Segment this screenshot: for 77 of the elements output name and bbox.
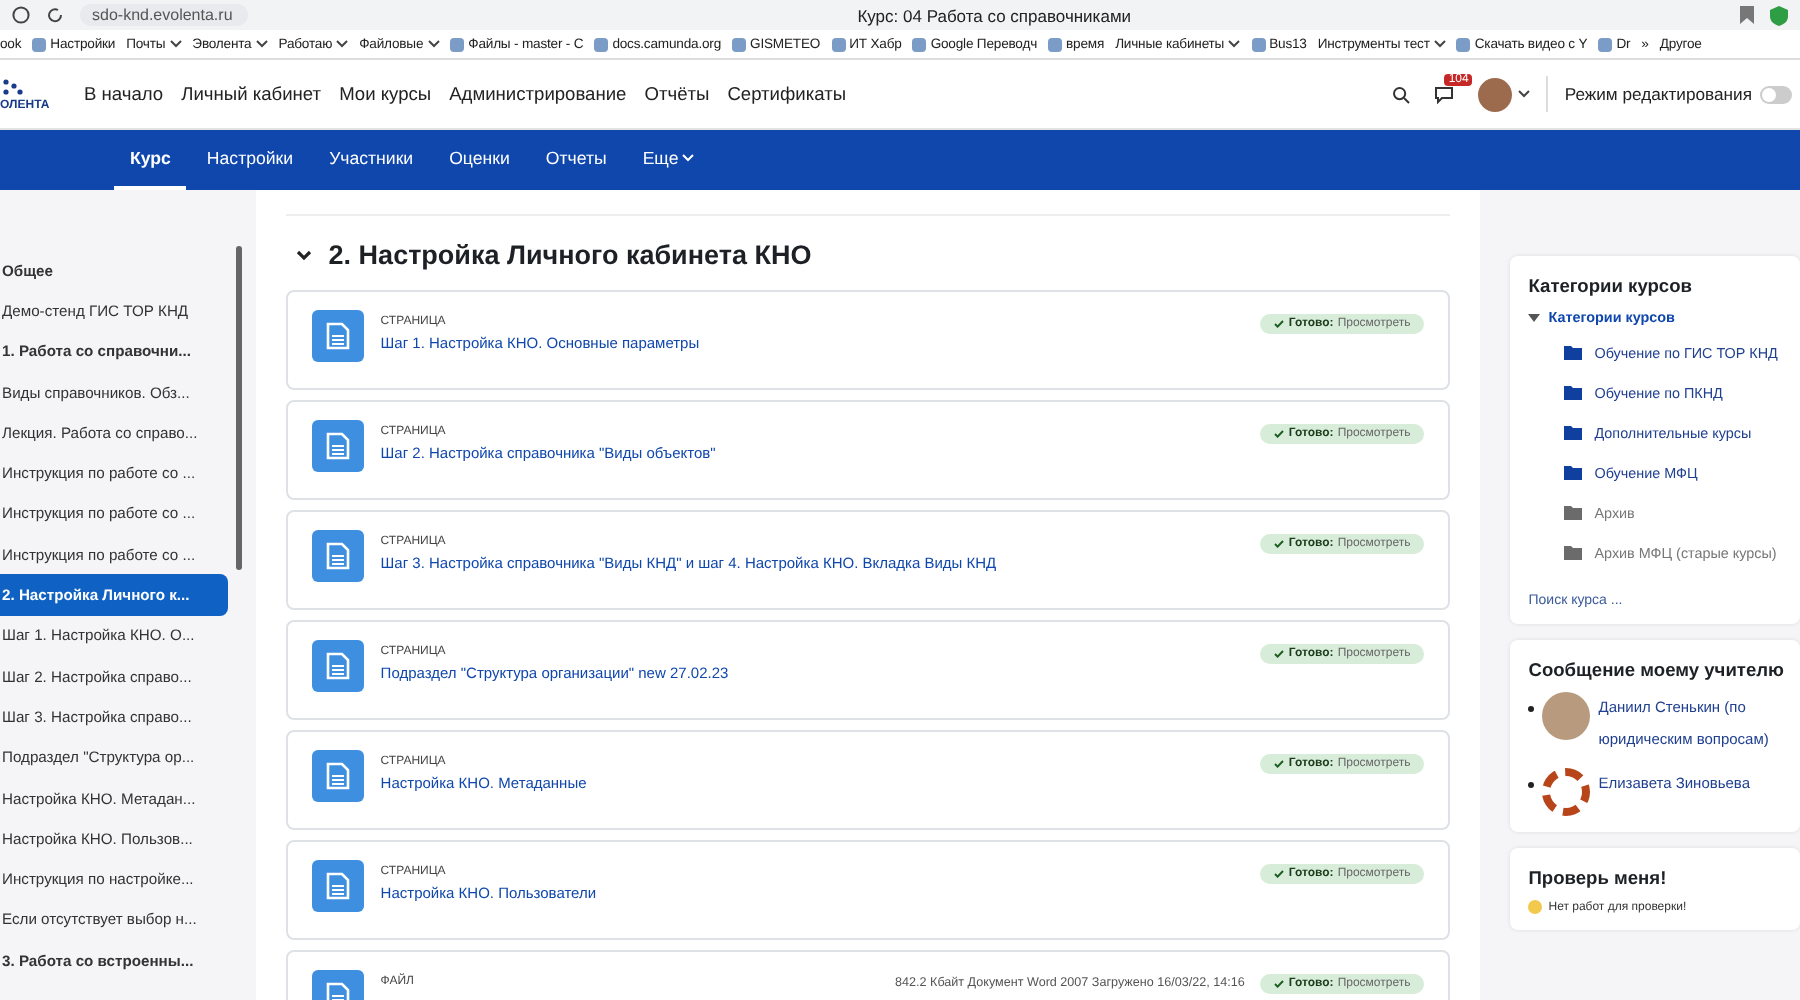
document-icon <box>326 432 351 460</box>
course-tab[interactable]: Отчеты <box>529 130 623 190</box>
caret-icon <box>1518 90 1531 98</box>
address-bar[interactable]: sdo-knd.evolenta.ru <box>80 4 249 26</box>
document-icon <box>326 542 351 570</box>
section-title: 2. Настройка Личного кабинета КНО <box>328 240 812 270</box>
bookmark-favicon-icon <box>1456 37 1471 51</box>
chat-icon[interactable] <box>1434 85 1455 103</box>
check-icon <box>1274 540 1285 548</box>
folder-icon <box>1564 465 1583 479</box>
block-title: Проверь меня! <box>1528 868 1669 888</box>
bookmark-favicon-icon <box>1251 37 1266 51</box>
default-avatar-icon <box>1542 768 1591 816</box>
document-icon <box>326 652 351 680</box>
avatar-photo-placeholder <box>1542 692 1591 740</box>
bullet-icon <box>1528 782 1535 788</box>
document-icon <box>326 322 351 350</box>
course-tab[interactable]: Еще <box>626 130 711 190</box>
check-icon <box>1274 760 1285 768</box>
nav-link[interactable]: Отчёты <box>644 84 710 104</box>
check-icon <box>1274 650 1285 658</box>
chevron-down-icon[interactable] <box>296 249 313 261</box>
bookmark-icon[interactable] <box>1740 6 1754 24</box>
bookmark-favicon-icon <box>831 37 846 51</box>
document-icon <box>326 762 351 790</box>
bookmark-favicon-icon <box>1598 37 1613 51</box>
user-avatar[interactable] <box>1478 77 1513 111</box>
nav-link[interactable]: Личный кабинет <box>181 84 322 104</box>
edit-mode-toggle[interactable] <box>1760 85 1792 103</box>
page-icon[interactable] <box>312 640 365 692</box>
edit-mode-label: Режим редактирования <box>1564 84 1752 104</box>
block-title: Категории курсов <box>1528 276 1694 296</box>
page-icon[interactable] <box>312 860 365 912</box>
shield-icon[interactable] <box>1770 5 1788 25</box>
course-tab[interactable]: Настройки <box>190 130 310 190</box>
caret-icon <box>336 40 349 48</box>
caret-icon <box>169 40 182 48</box>
nav-link[interactable]: В начало <box>84 84 164 104</box>
document-icon <box>326 872 351 900</box>
logo-icon <box>0 76 28 100</box>
check-icon <box>1274 430 1285 438</box>
course-tab[interactable]: Оценки <box>433 130 526 190</box>
bookmark-favicon-icon <box>450 37 465 51</box>
bookmark-favicon-icon <box>32 37 47 51</box>
page-title: Курс: 04 Работа со справочниками <box>855 5 1134 25</box>
page-icon[interactable] <box>312 310 365 362</box>
caret-icon <box>1228 40 1241 48</box>
check-icon <box>1274 320 1285 328</box>
nav-link[interactable]: Мои курсы <box>339 84 432 104</box>
nav-link[interactable]: Администрирование <box>449 84 627 104</box>
triangle-icon <box>1528 313 1541 321</box>
caret-icon <box>427 40 440 48</box>
bookmark-favicon-icon <box>912 37 927 51</box>
folder-icon <box>1564 425 1583 439</box>
check-icon <box>1274 980 1285 988</box>
folder-icon <box>1564 345 1583 359</box>
bookmark-favicon-icon <box>732 37 747 51</box>
bookmark-favicon-icon <box>1048 37 1063 51</box>
info-icon[interactable] <box>12 6 30 24</box>
folder-icon <box>1564 545 1583 559</box>
course-tab[interactable]: Участники <box>313 130 430 190</box>
caret-icon <box>255 40 268 48</box>
page-icon[interactable] <box>312 750 365 802</box>
check-icon <box>1274 870 1285 878</box>
reload-icon[interactable] <box>46 6 64 24</box>
scrollbar[interactable] <box>236 246 242 570</box>
folder-icon <box>1564 385 1583 399</box>
page-icon[interactable] <box>312 420 365 472</box>
bullet-icon <box>1528 706 1535 712</box>
page-icon[interactable] <box>312 530 365 582</box>
nav-link[interactable]: Сертификаты <box>727 84 847 104</box>
search-icon[interactable] <box>1392 85 1411 103</box>
block-title: Сообщение моему учителю <box>1528 660 1784 680</box>
folder-icon <box>1564 505 1583 519</box>
course-tab[interactable]: Курс <box>114 130 187 190</box>
caret-icon <box>1433 40 1446 48</box>
bookmark-favicon-icon <box>594 37 609 51</box>
